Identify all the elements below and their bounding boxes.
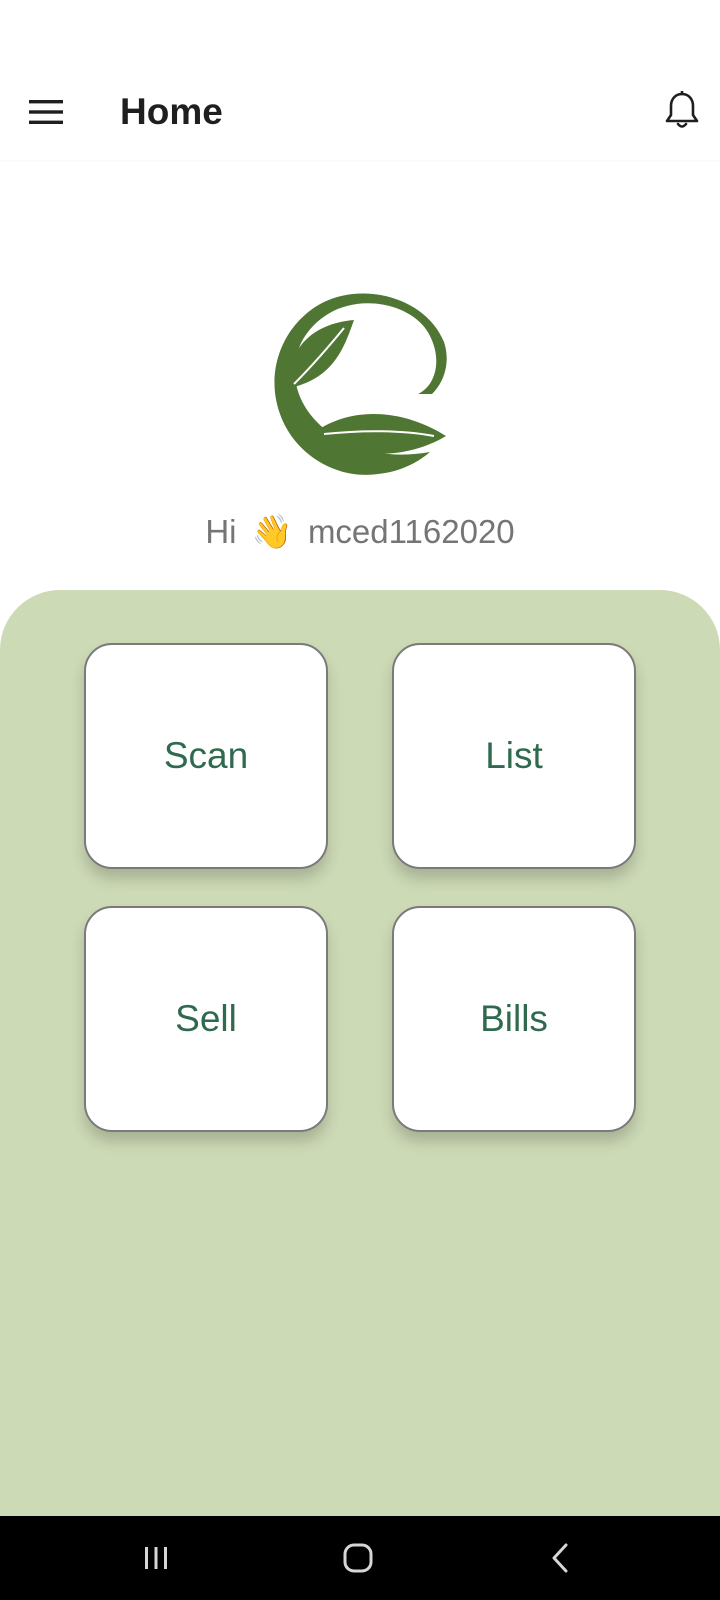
page-title: Home [120,91,223,132]
home-icon[interactable] [298,1516,418,1600]
greeting-prefix: Hi [205,513,237,550]
sell-button[interactable]: Sell [84,906,328,1132]
scan-button[interactable]: Scan [84,643,328,869]
system-navigation-bar [0,1516,720,1600]
leaf-circle-logo [266,284,454,486]
app-bar: Home [0,64,720,160]
bills-button[interactable]: Bills [392,906,636,1132]
sell-button-label: Sell [175,998,237,1039]
greeting: Hi 👋 mced1162020 [0,510,720,554]
recents-icon[interactable] [96,1516,216,1600]
bell-icon[interactable] [660,88,704,134]
username: mced1162020 [307,513,515,550]
hamburger-menu-icon[interactable] [26,94,66,130]
list-button[interactable]: List [392,643,636,869]
bills-button-label: Bills [480,998,548,1039]
back-icon[interactable] [500,1516,620,1600]
list-button-label: List [485,735,543,776]
scan-button-label: Scan [163,735,249,776]
waving-hand-emoji: 👋 [251,513,293,550]
status-bar [0,0,720,64]
